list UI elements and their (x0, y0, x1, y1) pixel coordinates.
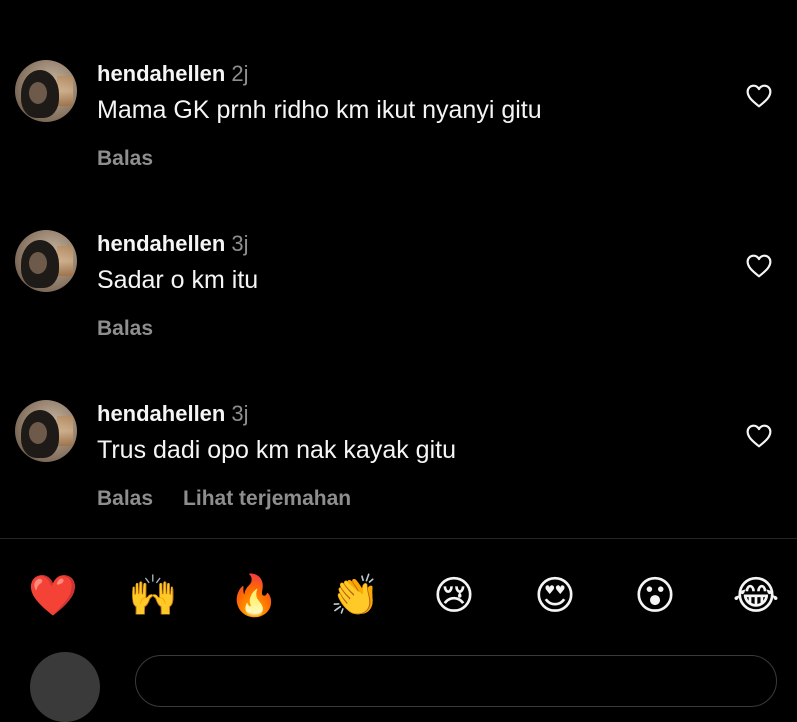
quick-reaction-bar: ❤️ 🙌 🔥 👏 😢 😍 😮 😂 (0, 570, 797, 622)
divider (0, 538, 797, 539)
comment-time: 2j (231, 61, 249, 86)
comment-actions: Balas Lihat terjemahan (97, 486, 351, 512)
comment-actions: Balas (97, 316, 153, 342)
avatar[interactable] (15, 230, 77, 292)
comment-text: Mama GK prnh ridho km ikut nyanyi gitu (97, 96, 542, 124)
comment-username[interactable]: hendahellen (97, 231, 225, 256)
comment-meta: hendahellen 3j (97, 400, 248, 428)
comment-username[interactable]: hendahellen (97, 61, 225, 86)
heart-icon[interactable] (746, 424, 772, 448)
avatar-face (29, 82, 47, 104)
avatar[interactable] (15, 400, 77, 462)
avatar-background (57, 76, 73, 106)
avatar[interactable] (15, 60, 77, 122)
comment-time: 3j (231, 231, 249, 256)
avatar-background (57, 416, 73, 446)
reply-button[interactable]: Balas (97, 317, 153, 340)
heart-icon[interactable] (746, 84, 772, 108)
reply-button[interactable]: Balas (97, 147, 153, 170)
fire-emoji-button[interactable]: 🔥 (228, 570, 280, 622)
crying-face-emoji-button[interactable]: 😢 (428, 570, 480, 622)
raising-hands-emoji-button[interactable]: 🙌 (127, 570, 179, 622)
reply-button[interactable]: Balas (97, 487, 153, 510)
comment-text: Sadar o km itu (97, 266, 259, 294)
clapping-hands-emoji-button[interactable]: 👏 (329, 570, 381, 622)
tears-of-joy-emoji-button[interactable]: 😂 (730, 570, 782, 622)
comment-username[interactable]: hendahellen (97, 401, 225, 426)
comment-time: 3j (231, 401, 249, 426)
comment-input[interactable] (135, 655, 777, 707)
comment-text: Trus dadi opo km nak kayak gitu (97, 436, 456, 464)
see-translation-button[interactable]: Lihat terjemahan (183, 487, 351, 510)
comment-item: hendahellen 3j Sadar o km itu Balas (0, 230, 797, 380)
comment-actions: Balas (97, 146, 153, 172)
red-heart-emoji-button[interactable]: ❤️ (27, 570, 79, 622)
heart-eyes-emoji-button[interactable]: 😍 (529, 570, 581, 622)
comment-meta: hendahellen 2j (97, 60, 248, 88)
comment-meta: hendahellen 3j (97, 230, 248, 258)
avatar-face (29, 252, 47, 274)
comment-item: hendahellen 2j Mama GK prnh ridho km ikut… (0, 60, 797, 210)
avatar-face (29, 422, 47, 444)
avatar-background (57, 246, 73, 276)
surprised-face-emoji-button[interactable]: 😮 (629, 570, 681, 622)
current-user-avatar (30, 652, 100, 722)
heart-icon[interactable] (746, 254, 772, 278)
comment-item: hendahellen 3j Trus dadi opo km nak kayak… (0, 400, 797, 550)
